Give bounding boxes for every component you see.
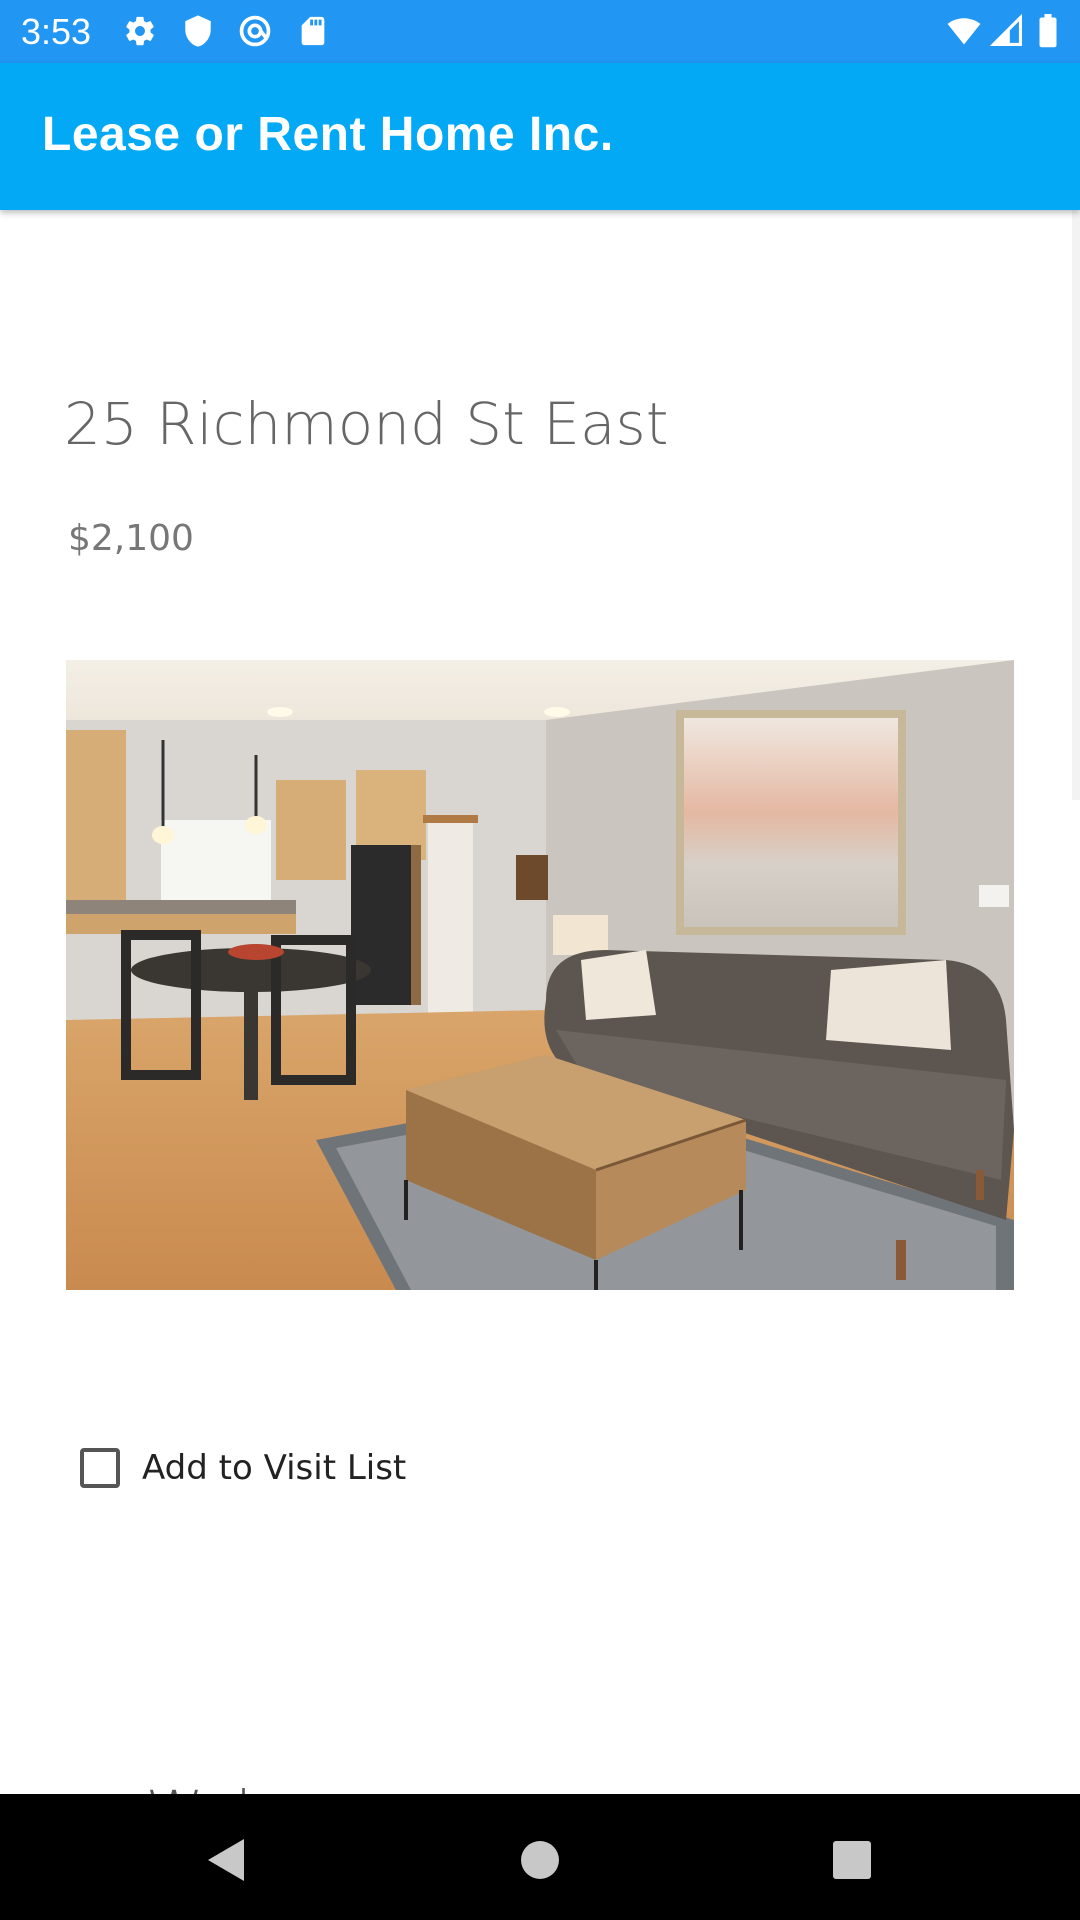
- back-icon[interactable]: [196, 1830, 256, 1890]
- sd-card-icon: [296, 14, 330, 48]
- app-title: Lease or Rent Home Inc.: [42, 108, 614, 161]
- scrollbar[interactable]: [1072, 210, 1080, 800]
- at-sign-icon: [238, 14, 272, 48]
- status-time: 3:53: [21, 11, 92, 52]
- app-bar: Lease or Rent Home Inc.: [0, 63, 1080, 210]
- battery-icon: [1036, 14, 1060, 48]
- shield-icon: [181, 14, 215, 48]
- checkbox-box[interactable]: [80, 1448, 120, 1488]
- home-icon[interactable]: [510, 1830, 570, 1890]
- listing-detail[interactable]: 25 Richmond St East $2,100 Add to Visit …: [0, 210, 1080, 1794]
- add-to-visit-list-checkbox[interactable]: Add to Visit List: [80, 1438, 406, 1498]
- listing-address: 25 Richmond St East: [64, 390, 669, 458]
- recents-icon[interactable]: [822, 1830, 882, 1890]
- living-room-photo: [66, 660, 1014, 1290]
- section-heading-partial: Wel: [146, 1778, 252, 1794]
- cellular-signal-icon: [990, 14, 1024, 48]
- gear-icon: [123, 14, 157, 48]
- system-nav-bar: [0, 1794, 1080, 1920]
- status-bar: 3:53: [0, 0, 1080, 63]
- wifi-icon: [944, 14, 984, 48]
- checkbox-label: Add to Visit List: [142, 1448, 407, 1488]
- listing-price: $2,100: [68, 518, 194, 559]
